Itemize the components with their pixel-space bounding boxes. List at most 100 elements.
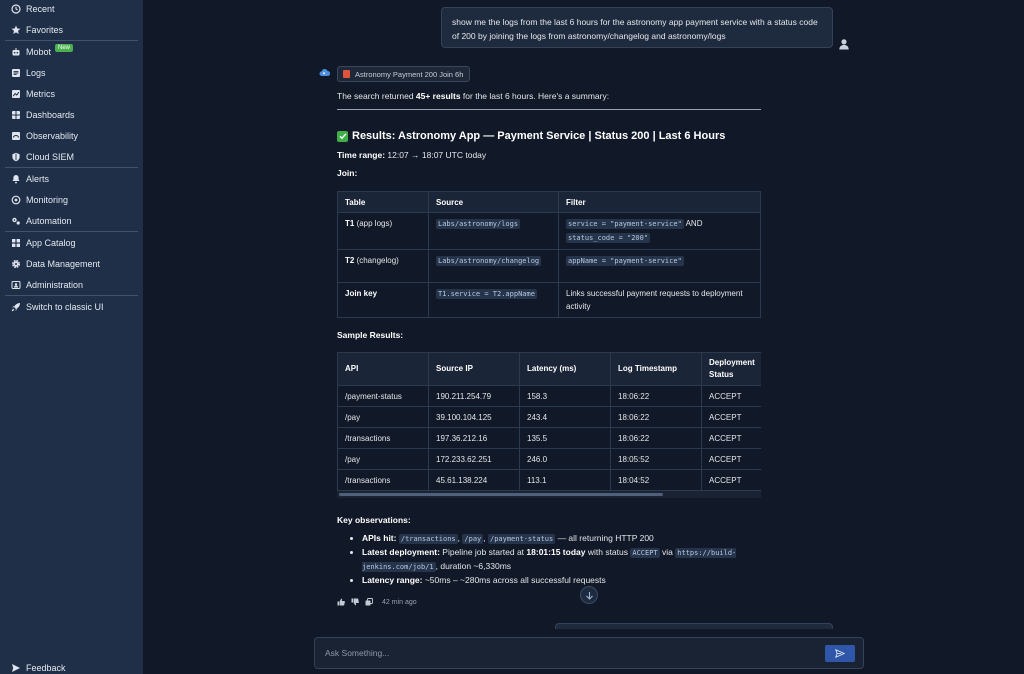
summary-count: 45+ results <box>415 91 461 101</box>
horizontal-scrollbar[interactable] <box>337 491 761 498</box>
sidebar-item-data-management[interactable]: Data Management <box>0 253 143 274</box>
monitoring-icon <box>11 195 21 205</box>
copy-icon[interactable] <box>365 598 373 606</box>
ask-input[interactable] <box>325 648 863 658</box>
table-cell: 243.4 <box>519 406 611 428</box>
cell-bold: Join key <box>345 289 378 298</box>
table-cell: 18:04:52 <box>610 469 702 491</box>
table-row: T1 (app logs) Labs/astronomy/logs servic… <box>337 212 761 250</box>
bot-avatar-icon <box>319 69 330 77</box>
table-cell: 18:06:22 <box>610 427 702 449</box>
table-cell: /transactions <box>337 427 429 449</box>
table-cell: 246.0 <box>519 448 611 470</box>
table-cell: /pay <box>337 406 429 428</box>
sidebar-item-switch-classic[interactable]: Switch to classic UI <box>0 296 143 317</box>
sidebar-item-label: Favorites <box>26 24 64 35</box>
robot-icon <box>11 47 21 57</box>
table-row: /payment-status 190.211.254.79 158.3 18:… <box>337 385 761 407</box>
table-row: T2 (changelog) Labs/astronomy/changelog … <box>337 249 761 283</box>
sidebar-item-metrics[interactable]: Metrics <box>0 83 143 104</box>
sidebar-item-dashboards[interactable]: Dashboards <box>0 104 143 125</box>
thumbs-up-icon[interactable] <box>337 598 345 606</box>
key-observations-label: Key observations: <box>337 515 761 525</box>
obs-bold: 18:01:15 today <box>526 547 586 557</box>
observations-list: APIs hit: /transactions, /pay, /payment-… <box>337 532 761 587</box>
summary-text: The search returned 45+ results for the … <box>337 90 761 103</box>
table-header-cell: Table <box>337 191 429 213</box>
table-cell: Labs/astronomy/changelog <box>428 249 559 283</box>
list-item: APIs hit: /transactions, /pay, /payment-… <box>362 532 761 546</box>
table-header-cell: Latency (ms) <box>519 352 611 386</box>
send-icon <box>835 649 845 658</box>
next-message-peek <box>555 623 833 629</box>
automation-icon <box>11 216 21 226</box>
sidebar-item-administration[interactable]: Administration <box>0 274 143 295</box>
time-range: Time range: 12:07 → 18:07 UTC today <box>337 150 761 160</box>
code-span: Labs/astronomy/changelog <box>436 256 542 266</box>
cell-text: (app logs) <box>354 219 393 228</box>
cell-text: (changelog) <box>354 256 399 265</box>
code-span: ACCEPT <box>630 548 660 558</box>
obs-text: ~50ms – ~280ms across all successful req… <box>422 575 606 585</box>
sidebar-item-label: Automation <box>26 215 72 226</box>
sidebar-item-label: Monitoring <box>26 194 69 205</box>
sidebar: Recent Favorites Mobot New Logs Metrics … <box>0 0 143 674</box>
metrics-icon <box>11 89 21 99</box>
clock-icon <box>11 3 21 14</box>
response-actions: 42 min ago <box>337 598 417 606</box>
table-cell: 18:06:22 <box>610 385 702 407</box>
table-row: /transactions 197.36.212.16 135.5 18:06:… <box>337 427 761 449</box>
results-heading: Results: Astronomy App — Payment Service… <box>337 130 761 142</box>
sidebar-item-favorites[interactable]: Favorites <box>0 19 143 40</box>
join-label: Join: <box>337 168 761 178</box>
document-icon <box>343 70 350 78</box>
sidebar-item-label: Dashboards <box>26 109 75 120</box>
code-span: service = "payment-service" <box>566 219 684 229</box>
observability-icon <box>11 131 21 141</box>
sidebar-item-automation[interactable]: Automation <box>0 210 143 231</box>
obs-text: Pipeline job started at <box>439 547 527 557</box>
query-chip[interactable]: Astronomy Payment 200 Join 6h <box>337 66 471 82</box>
code-span: status_code = "200" <box>566 233 651 243</box>
sidebar-item-label: Mobot <box>26 46 52 57</box>
sidebar-item-label: Administration <box>26 279 84 290</box>
table-cell: ACCEPT <box>701 469 761 491</box>
cell-bold: T1 <box>345 219 355 228</box>
user-message: show me the logs from the last 6 hours f… <box>441 7 833 48</box>
sidebar-item-label: Switch to classic UI <box>26 301 104 312</box>
sidebar-item-app-catalog[interactable]: App Catalog <box>0 232 143 253</box>
chat-input-bar <box>314 637 864 669</box>
sidebar-item-logs[interactable]: Logs <box>0 62 143 83</box>
sidebar-item-monitoring[interactable]: Monitoring <box>0 189 143 210</box>
send-button[interactable] <box>825 645 855 662</box>
code-span: Labs/astronomy/logs <box>436 219 521 229</box>
list-item: Latest deployment: Pipeline job started … <box>362 546 761 574</box>
table-header-cell: Deployment Status <box>701 352 761 386</box>
table-cell: 18:05:52 <box>610 448 702 470</box>
join-label-text: Join: <box>337 168 358 178</box>
thumbs-down-icon[interactable] <box>351 598 359 606</box>
dashboard-icon <box>11 110 21 120</box>
sidebar-item-recent[interactable]: Recent <box>0 0 143 19</box>
scrollbar-thumb[interactable] <box>339 493 663 496</box>
table-cell: ACCEPT <box>701 385 761 407</box>
shield-icon <box>11 152 21 162</box>
table-cell: appName = "payment-service" <box>558 249 761 283</box>
table-header-cell: Filter <box>558 191 761 213</box>
feedback-label: Feedback <box>26 662 66 673</box>
bell-icon <box>11 174 21 184</box>
code-span: /payment-status <box>487 534 556 544</box>
results-title: Results: Astronomy App — Payment Service… <box>352 130 726 142</box>
sidebar-item-mobot[interactable]: Mobot New <box>0 41 143 62</box>
table-cell: ACCEPT <box>701 427 761 449</box>
arrow-down-icon <box>585 591 593 600</box>
sidebar-item-alerts[interactable]: Alerts <box>0 168 143 189</box>
feedback-button[interactable]: Feedback <box>0 657 66 674</box>
scroll-to-bottom-button[interactable] <box>580 586 598 604</box>
sidebar-item-cloud-siem[interactable]: Cloud SIEM <box>0 146 143 167</box>
sidebar-item-label: Logs <box>26 67 46 78</box>
sidebar-item-label: Observability <box>26 130 79 141</box>
table-header-cell: Source <box>428 191 559 213</box>
sidebar-item-observability[interactable]: Observability <box>0 125 143 146</box>
table-header-row: Table Source Filter <box>337 191 761 213</box>
